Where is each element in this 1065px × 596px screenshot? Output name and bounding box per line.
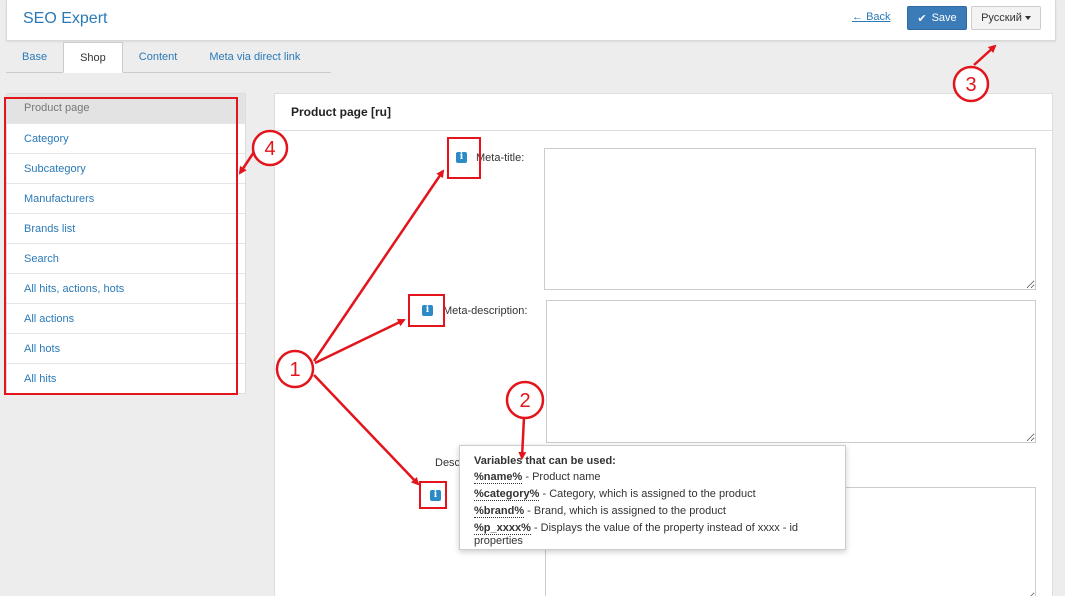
tab-meta-via-direct-link[interactable]: Meta via direct link [193, 42, 317, 73]
annotation-box-sidebar [4, 97, 238, 395]
annotation-arrow-to-language [973, 44, 997, 66]
annotation-box-meta-title-icon [447, 137, 481, 179]
annotation-box-description-icon [419, 481, 447, 509]
tooltip-variable: %brand% [474, 505, 525, 518]
description-label: Desc [435, 457, 461, 469]
panel-title: Product page [ru] [275, 94, 1052, 131]
tooltip-description: - Category, which is assigned to the pro… [539, 488, 756, 500]
tooltip-variable: %category% [474, 488, 540, 501]
tab-shop[interactable]: Shop [63, 42, 123, 73]
caret-down-icon [1024, 16, 1031, 20]
tab-bar: Base Shop Content Meta via direct link [6, 42, 317, 73]
top-header: SEO Expert ← Back ✔ Save Русский [6, 0, 1056, 41]
save-button[interactable]: ✔ Save [907, 6, 967, 30]
tooltip-description: - Product name [522, 471, 601, 483]
tooltip-row: %name% - Product name [474, 471, 845, 488]
app-title: SEO Expert [23, 10, 108, 27]
save-button-label: Save [931, 12, 957, 24]
language-label: Русский [981, 12, 1022, 24]
tooltip-description: - Brand, which is assigned to the produc… [524, 505, 726, 517]
tooltip-title: Variables that can be used: [474, 455, 616, 467]
check-icon: ✔ [917, 12, 927, 25]
tooltip-row: %category% - Category, which is assigned… [474, 488, 845, 505]
meta-title-label: Meta-title: [476, 152, 525, 164]
tooltip-variable: %name% [474, 471, 523, 484]
back-link-label: Back [866, 11, 891, 23]
meta-description-textarea[interactable] [546, 300, 1036, 443]
back-link[interactable]: ← Back [852, 11, 891, 23]
tooltip-row: %p_xxxx% - Displays the value of the pro… [474, 522, 845, 547]
variables-tooltip: Variables that can be used: %name% - Pro… [459, 445, 846, 550]
meta-description-label: Meta-description: [443, 305, 528, 317]
meta-title-textarea[interactable] [544, 148, 1036, 290]
tooltip-row: %brand% - Brand, which is assigned to th… [474, 505, 845, 522]
language-dropdown[interactable]: Русский [971, 6, 1041, 30]
tab-content[interactable]: Content [122, 42, 194, 73]
tab-base[interactable]: Base [6, 42, 64, 73]
back-arrow-icon: ← [852, 11, 863, 23]
annotation-box-meta-description-icon [408, 294, 445, 327]
tooltip-variable: %p_xxxx% [474, 522, 531, 535]
